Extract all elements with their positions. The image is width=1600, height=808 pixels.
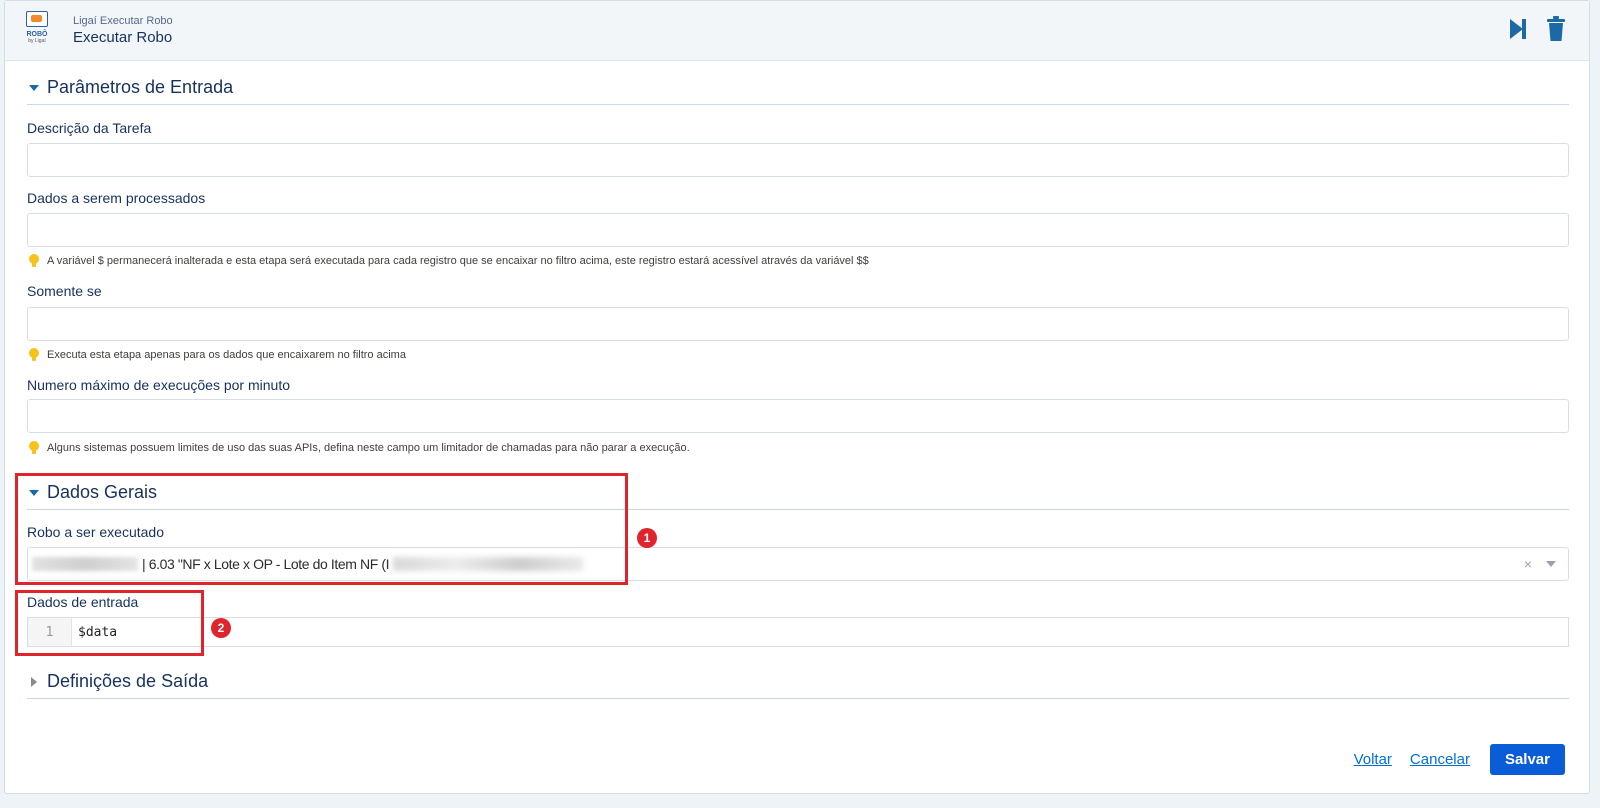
chevron-down-icon[interactable] (1546, 561, 1556, 567)
section-output-definitions[interactable]: Definições de Saída (27, 665, 1569, 699)
data-to-process-label: Dados a serem processados (27, 190, 206, 206)
hint-text: A variável $ permanecerá inalterada e es… (47, 255, 869, 267)
lightbulb-icon (29, 441, 39, 454)
input-data-editor[interactable]: 1 $data (27, 617, 1569, 647)
task-description-input[interactable] (27, 143, 1569, 177)
task-description-label: Descrição da Tarefa (27, 120, 152, 136)
page-header: ROBÔ by Ligaí Ligaí Executar Robo Execut… (5, 1, 1589, 61)
annotation-badge-1: 1 (637, 528, 657, 548)
main-panel: ROBÔ by Ligaí Ligaí Executar Robo Execut… (4, 0, 1590, 794)
skip-step-icon[interactable] (1507, 15, 1529, 43)
annotation-badge-2: 2 (211, 618, 231, 638)
only-if-input[interactable] (27, 307, 1569, 341)
section-title: Definições de Saída (47, 671, 209, 691)
save-button[interactable]: Salvar (1489, 744, 1565, 775)
clear-selection-icon[interactable]: × (1524, 556, 1532, 572)
chevron-right-icon (31, 676, 37, 687)
max-exec-label: Numero máximo de execuções por minuto (27, 377, 291, 393)
logo-subtext: by Ligaí (28, 37, 46, 44)
data-to-process-input[interactable] (27, 213, 1569, 247)
max-exec-input[interactable] (27, 399, 1569, 433)
data-to-process-hint: A variável $ permanecerá inalterada e es… (27, 253, 869, 269)
page-subtitle: Ligaí Executar Robo (73, 15, 173, 27)
header-actions (1507, 15, 1567, 43)
highlight-box-1 (15, 473, 628, 585)
page-title: Executar Robo (73, 29, 173, 46)
lightbulb-icon (29, 348, 39, 361)
only-if-label: Somente se (27, 283, 102, 299)
logo-text: ROBÔ (26, 30, 48, 38)
only-if-hint: Executa esta etapa apenas para os dados … (27, 347, 406, 363)
cancel-button[interactable]: Cancelar (1410, 751, 1470, 768)
robot-logo: ROBÔ by Ligaí (23, 9, 51, 53)
section-title: Parâmetros de Entrada (47, 77, 234, 97)
title-block: Ligaí Executar Robo Executar Robo (73, 15, 173, 46)
hint-text: Executa esta etapa apenas para os dados … (47, 349, 406, 361)
robot-screen-icon (26, 10, 48, 27)
section-input-params[interactable]: Parâmetros de Entrada (27, 71, 1569, 105)
highlight-box-2 (15, 590, 204, 656)
lightbulb-icon (29, 254, 39, 267)
max-exec-hint: Alguns sistemas possuem limites de uso d… (27, 440, 690, 456)
chevron-down-icon (29, 84, 39, 91)
form-actions: Voltar Cancelar Salvar (1336, 744, 1565, 775)
hint-text: Alguns sistemas possuem limites de uso d… (47, 442, 690, 454)
trash-icon[interactable] (1545, 15, 1567, 43)
back-button[interactable]: Voltar (1354, 751, 1392, 768)
